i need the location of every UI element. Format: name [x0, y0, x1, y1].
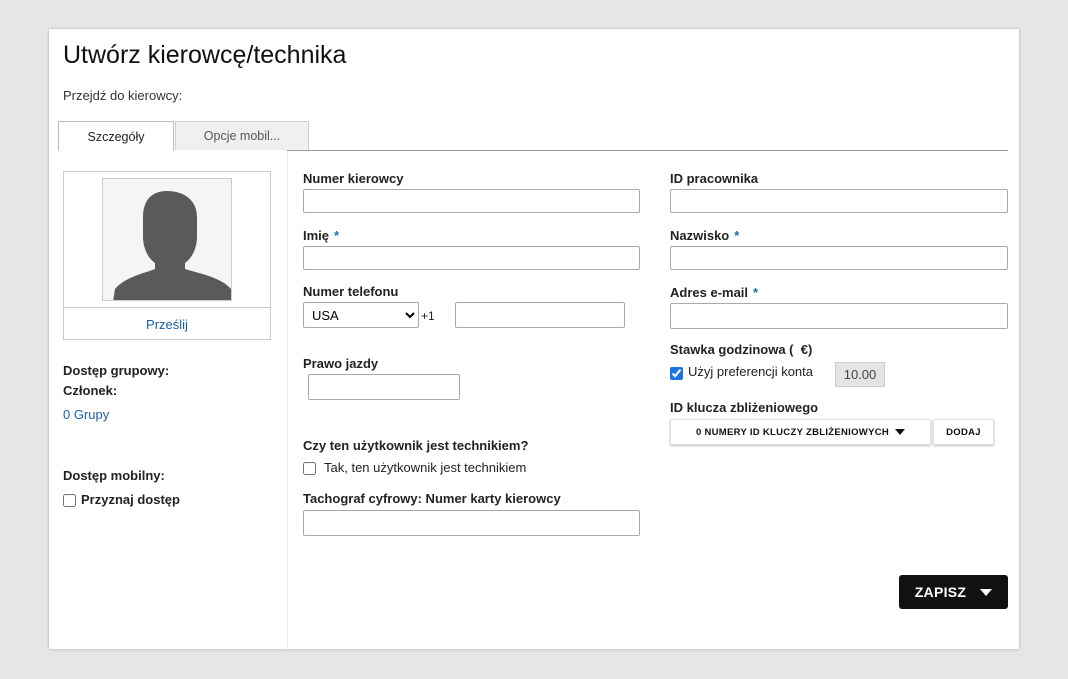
hourly-rate-field: 10.00: [835, 362, 885, 387]
email-input[interactable]: [670, 303, 1008, 329]
driver-number-input[interactable]: [303, 189, 640, 213]
last-name-label-text: Nazwisko: [670, 228, 730, 243]
phone-label: Numer telefonu: [303, 284, 399, 299]
technician-checkbox[interactable]: [303, 462, 316, 475]
email-label-text: Adres e-mail: [670, 285, 749, 300]
grant-access-label: Przyznaj dostęp: [81, 492, 180, 507]
last-name-input[interactable]: [670, 246, 1008, 270]
email-label: Adres e-mail *: [670, 285, 758, 300]
caret-down-icon: [895, 429, 906, 435]
hourly-rate-label: Stawka godzinowa ( €): [670, 342, 813, 357]
photo-card: Prześlij: [63, 171, 271, 340]
page-title: Utwórz kierowcę/technika: [63, 41, 347, 69]
driver-number-label: Numer kierowcy: [303, 171, 404, 186]
avatar-placeholder: [102, 178, 232, 301]
required-mark: *: [753, 285, 759, 300]
mobile-access-label: Dostęp mobilny:: [63, 468, 165, 483]
person-silhouette-icon: [113, 191, 231, 300]
employee-id-label: ID pracownika: [670, 171, 759, 186]
caret-down-icon: [980, 588, 993, 596]
add-proximity-key-button[interactable]: DODAJ: [933, 419, 994, 445]
use-account-pref-label: Użyj preferencji konta: [688, 364, 813, 379]
phone-prefix: +1: [421, 309, 435, 323]
license-input[interactable]: [308, 374, 460, 400]
tachograph-card-input[interactable]: [303, 510, 640, 536]
create-driver-panel: Utwórz kierowcę/technika Przejdź do kier…: [49, 29, 1019, 649]
first-name-label-text: Imię: [303, 228, 330, 243]
first-name-label: Imię *: [303, 228, 339, 243]
tab-mobile-options[interactable]: Opcje mobil...: [175, 121, 309, 150]
use-account-pref-checkbox[interactable]: [670, 367, 683, 380]
license-label: Prawo jazdy: [303, 356, 379, 371]
upload-photo-link[interactable]: Prześlij: [64, 317, 270, 332]
proximity-keys-dropdown-label: 0 NUMERY ID KLUCZY ZBLIŻENIOWYCH: [695, 426, 890, 438]
tachograph-label: Tachograf cyfrowy: Numer karty kierowcy: [303, 491, 561, 506]
required-mark: *: [734, 228, 740, 243]
photo-divider: [64, 307, 270, 308]
groups-link[interactable]: 0 Grupy: [63, 407, 109, 422]
technician-question: Czy ten użytkownik jest technikiem?: [303, 438, 529, 453]
employee-id-input[interactable]: [670, 189, 1008, 213]
grant-access-checkbox[interactable]: [63, 494, 76, 507]
tab-details[interactable]: Szczegóły: [58, 121, 174, 151]
technician-checkbox-label: Tak, ten użytkownik jest technikiem: [324, 460, 527, 475]
tab-divider: [287, 150, 1008, 151]
member-label: Członek:: [63, 383, 118, 398]
phone-country-select[interactable]: USA: [303, 302, 419, 328]
first-name-input[interactable]: [303, 246, 640, 270]
goto-driver-label: Przejdź do kierowcy:: [63, 88, 183, 103]
last-name-label: Nazwisko *: [670, 228, 739, 243]
save-button-label: ZAPISZ: [914, 584, 967, 600]
phone-number-input[interactable]: [455, 302, 625, 328]
proximity-id-label: ID klucza zbliżeniowego: [670, 400, 819, 415]
required-mark: *: [334, 228, 340, 243]
group-access-label: Dostęp grupowy:: [63, 363, 170, 378]
save-button[interactable]: ZAPISZ: [899, 575, 1008, 609]
column-divider: [287, 151, 288, 649]
proximity-keys-dropdown[interactable]: 0 NUMERY ID KLUCZY ZBLIŻENIOWYCH: [670, 419, 931, 445]
